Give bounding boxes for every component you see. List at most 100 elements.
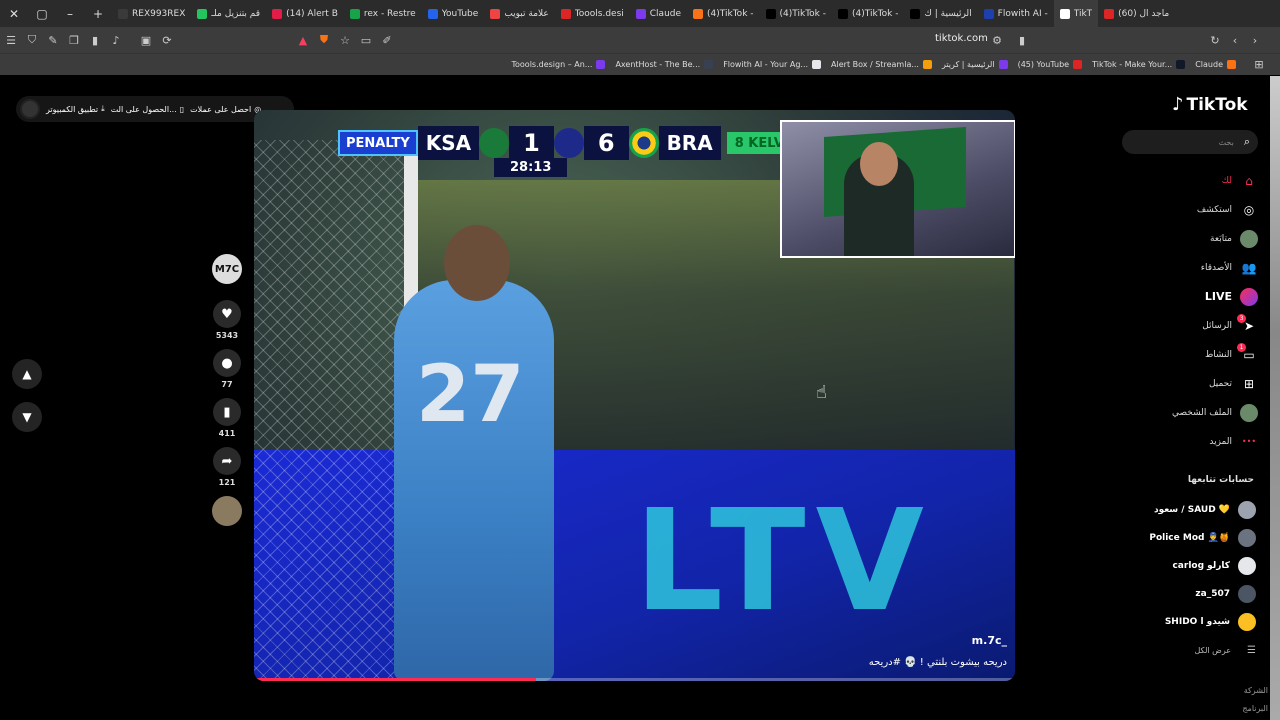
tab-favicon-icon <box>635 8 646 19</box>
following-account[interactable]: za_507 <box>1120 580 1256 608</box>
pen-icon[interactable]: ✎ <box>43 30 63 50</box>
user-avatar[interactable] <box>20 99 40 119</box>
browser-tab[interactable]: (4)TikTok - <box>760 0 832 27</box>
sidebar-item-label: المزيد <box>1209 436 1232 447</box>
browser-tab[interactable]: Claude <box>630 0 687 27</box>
desktop-app-button[interactable]: تطبيق الكمبيوتر ⤓ <box>46 104 105 114</box>
browser-tab[interactable]: Toools.desi <box>555 0 630 27</box>
video-description: دريحه بيشوت بلنتي ! 💀 #دريحه <box>868 657 1007 668</box>
reload-icon[interactable]: ↻ <box>1205 30 1225 50</box>
sidebar-item[interactable]: الأصدقاء 👥 <box>1140 253 1258 282</box>
video-author[interactable]: m.7c_ <box>972 634 1007 647</box>
alert-icon[interactable]: ▲ <box>293 30 313 50</box>
account-avatar <box>1238 585 1256 603</box>
bookmark-favicon-icon <box>998 60 1008 69</box>
video-player[interactable]: LTV 27 PENALTY KSA 1 6 BRA 8 KELVIN OLIV… <box>254 110 1015 681</box>
brave-shield-icon[interactable]: ⛊ <box>314 30 334 50</box>
tab-favicon-icon <box>693 8 704 19</box>
sidebar-icon[interactable]: ▮ <box>85 30 105 50</box>
sidebar-item[interactable]: النشاط ▭ 1 <box>1140 340 1258 369</box>
bookmark-item[interactable]: Alert Box / Streamla... <box>831 60 932 69</box>
browser-tab[interactable]: REX993REX <box>112 0 191 27</box>
sidebar-item[interactable]: المزيد ••• <box>1140 427 1258 456</box>
new-tab-icon[interactable]: + <box>84 0 112 27</box>
get-coins-button[interactable]: احصل على عملات ◎ <box>190 105 261 114</box>
browser-tab[interactable]: (14) Alert B <box>266 0 344 27</box>
tab-favicon-icon <box>349 8 360 19</box>
browser-tab[interactable]: الرئيسية | ك <box>904 0 977 27</box>
bookmark-item[interactable]: Claude <box>1195 60 1236 69</box>
browser-tab[interactable]: TikT <box>1053 0 1099 27</box>
close-window-icon[interactable]: ✕ <box>0 0 28 27</box>
top-actions-bar: تطبيق الكمبيوتر ⤓ الحصول على الت... ▯ اح… <box>16 96 294 122</box>
following-account[interactable]: carlog كارلو <box>1120 552 1256 580</box>
bookmark-item[interactable]: TikTok - Make Your... <box>1092 60 1186 69</box>
music-icon[interactable]: ♪ <box>106 30 126 50</box>
following-account[interactable]: سعود / SAUD 💛 <box>1120 496 1256 524</box>
browser-tab[interactable]: (4)TikTok - <box>832 0 904 27</box>
browser-tab[interactable]: قم بتنزيل ملـ <box>191 0 266 27</box>
tiktok-note-icon: ♪ <box>1172 94 1184 115</box>
menu-icon[interactable]: ☰ <box>1 30 21 50</box>
apps-grid-icon[interactable]: ⊞ <box>1249 54 1269 74</box>
extension-icon[interactable]: ⟳ <box>157 30 177 50</box>
get-app-button[interactable]: الحصول على الت... ▯ <box>111 105 184 114</box>
sidebar-item[interactable]: LIVE <box>1140 282 1258 311</box>
share-icon[interactable]: ➦ <box>213 447 241 475</box>
sidebar-item-label: الأصدقاء <box>1200 262 1232 273</box>
previous-video-button[interactable]: ▲ <box>12 359 42 389</box>
bookmark-item[interactable]: AxentHost - The Be... <box>615 60 714 69</box>
browser-tab[interactable]: (60) ماجد ال <box>1098 0 1175 27</box>
sound-avatar[interactable] <box>212 496 242 526</box>
comment-icon[interactable]: ● <box>213 349 241 377</box>
bookmark-item[interactable]: Toools.design – An... <box>511 60 606 69</box>
browser-tab[interactable]: YouTube <box>422 0 485 27</box>
creator-avatar[interactable]: M7C <box>212 254 242 284</box>
tiktok-logo[interactable]: ♪ TikTok <box>1172 94 1248 115</box>
next-video-button[interactable]: ▼ <box>12 402 42 432</box>
sidebar-item[interactable]: لك ⌂ <box>1140 166 1258 195</box>
maximize-window-icon[interactable]: ▢ <box>28 0 56 27</box>
like-icon[interactable]: ♥ <box>213 300 241 328</box>
bookmark-item[interactable]: Flowith AI - Your Ag... <box>723 60 822 69</box>
browser-tab[interactable]: Flowith AI - <box>978 0 1054 27</box>
minimize-window-icon[interactable]: – <box>56 0 84 27</box>
bookmark-item[interactable]: الرئيسية | كريتر <box>942 60 1008 69</box>
address-bar[interactable]: tiktok.com <box>935 33 988 44</box>
jersey-number: 27 <box>416 350 525 440</box>
draw-icon[interactable]: ✐ <box>377 30 397 50</box>
footer-link-program[interactable]: البرنامج <box>1242 704 1268 713</box>
bookmark-star-icon[interactable]: ☆ <box>335 30 355 50</box>
footer-link-company[interactable]: الشركة <box>1244 686 1268 695</box>
sidebar-item[interactable]: متابَعة <box>1140 224 1258 253</box>
tab-label: (14) Alert B <box>286 8 338 19</box>
browser-tab[interactable]: (4)TikTok - <box>687 0 759 27</box>
video-progress-bar[interactable] <box>254 678 1015 681</box>
bookmarks-bar: Toools.design – An... AxentHost - The Be.… <box>0 53 1280 75</box>
sidebar-item[interactable]: استكشف ◎ <box>1140 195 1258 224</box>
bookmark-icon[interactable]: ▮ <box>1012 30 1032 50</box>
sidebar-item[interactable]: الرسائل ➤ 3 <box>1140 311 1258 340</box>
forward-icon[interactable]: › <box>1245 30 1265 50</box>
following-account[interactable]: SHIDO l شيدو <box>1120 608 1256 636</box>
screen-icon[interactable]: ▭ <box>356 30 376 50</box>
avatar <box>1240 287 1258 306</box>
sidebar-item[interactable]: الملف الشخصي <box>1140 398 1258 427</box>
browser-tab[interactable]: rex - Restre <box>344 0 422 27</box>
bookmark-favicon-icon <box>596 60 606 69</box>
account-avatar <box>1238 529 1256 547</box>
screenshot-icon[interactable]: ▣ <box>136 30 156 50</box>
tabs-icon[interactable]: ❐ <box>64 30 84 50</box>
search-input[interactable]: بحث ⌕ <box>1122 130 1258 154</box>
bookmark-item[interactable]: (45) YouTube <box>1018 60 1083 69</box>
shield-icon[interactable]: ⛉ <box>22 30 42 50</box>
browser-tab[interactable]: علامة تبويب <box>484 0 554 27</box>
see-all-button[interactable]: عرض الكل ☰ <box>1120 636 1256 664</box>
site-settings-icon[interactable]: ⚙ <box>987 30 1007 50</box>
back-icon[interactable]: ‹ <box>1225 30 1245 50</box>
bookmark-icon[interactable]: ▮ <box>213 398 241 426</box>
sidebar-item[interactable]: تحميل ⊞ <box>1140 369 1258 398</box>
sidebar-item-label: LIVE <box>1204 290 1232 303</box>
phone-icon: ▯ <box>179 104 185 114</box>
following-account[interactable]: Police Mod 👮‍♂️🍯 <box>1120 524 1256 552</box>
